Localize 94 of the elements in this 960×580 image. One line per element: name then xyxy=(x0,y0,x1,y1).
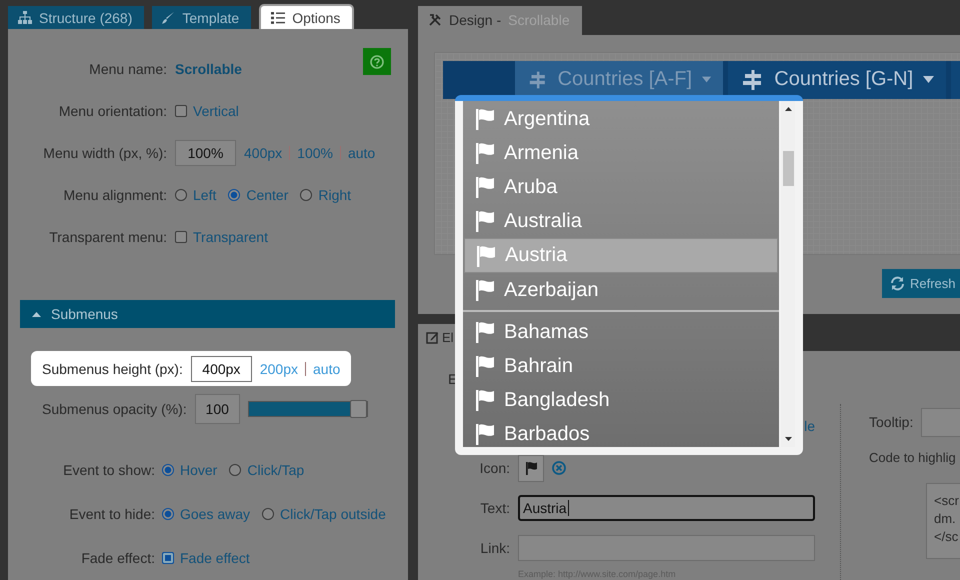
radio-label[interactable]: Center xyxy=(246,187,288,203)
checkbox-label[interactable]: Transparent xyxy=(193,229,268,245)
list-icon xyxy=(271,12,286,24)
icon-picker[interactable] xyxy=(518,454,544,482)
flag-icon xyxy=(475,389,495,411)
radio-label[interactable]: Click/Tap xyxy=(247,462,304,478)
field-label: Event to show: xyxy=(62,462,155,478)
field-label: Transparent menu: xyxy=(48,229,167,245)
flag-icon xyxy=(524,461,538,475)
field-label: Tooltip: xyxy=(869,414,914,430)
preset-link[interactable]: 400px xyxy=(244,145,282,161)
radio-button[interactable] xyxy=(262,508,274,520)
panel-tab[interactable]: Template xyxy=(152,6,252,29)
menu-item[interactable]: Barbados xyxy=(464,417,778,447)
field-label: Menu width (px, %): xyxy=(42,145,167,161)
flag-icon xyxy=(475,142,495,164)
radio-label[interactable]: Goes away xyxy=(180,506,250,522)
refresh-icon xyxy=(890,276,905,291)
radio-button[interactable] xyxy=(228,189,240,201)
text-field[interactable]: Austria xyxy=(518,495,815,521)
sitemap-icon xyxy=(18,11,32,24)
edit-icon xyxy=(426,331,439,344)
link[interactable]: le xyxy=(804,418,815,434)
flag-icon xyxy=(475,423,495,445)
caret-icon xyxy=(923,76,934,84)
flag-icon xyxy=(475,355,495,377)
menu-item[interactable]: Australia xyxy=(464,204,778,238)
text-field[interactable] xyxy=(518,535,815,561)
signpost-icon xyxy=(529,68,548,91)
menu-item[interactable]: Bangladesh xyxy=(464,383,778,417)
input-field[interactable]: 100 xyxy=(194,394,240,424)
flag-icon xyxy=(475,176,495,198)
panel-tab[interactable]: Options xyxy=(259,4,354,29)
radio-button[interactable] xyxy=(300,189,312,201)
scroll-up-icon[interactable] xyxy=(784,107,792,111)
menu-item[interactable]: Armenia xyxy=(464,136,778,170)
caret-icon xyxy=(702,76,712,84)
scrollbar-thumb[interactable] xyxy=(782,151,794,186)
input-field[interactable]: 100% xyxy=(175,140,236,166)
help-button[interactable] xyxy=(363,48,391,75)
menu-item[interactable]: Bahamas xyxy=(464,315,778,349)
menu-item[interactable]: Azerbaijan xyxy=(464,273,778,307)
radio-label[interactable]: Hover xyxy=(180,462,218,478)
radio-label[interactable]: Click/Tap outside xyxy=(280,506,386,522)
slider-thumb[interactable] xyxy=(350,400,367,418)
help-icon xyxy=(370,54,384,68)
menu-item[interactable]: Bahrain xyxy=(464,349,778,383)
close-icon[interactable] xyxy=(552,461,566,475)
preset-link[interactable]: 100% xyxy=(297,145,333,161)
field-label: Code to highlig xyxy=(869,449,957,467)
radio-button[interactable] xyxy=(162,464,174,476)
radio-label[interactable]: Right xyxy=(318,187,352,203)
checkbox-label[interactable]: Vertical xyxy=(193,103,239,119)
menu-name: Scrollable xyxy=(175,61,242,77)
flag-icon xyxy=(476,244,496,266)
field-label: Text: xyxy=(479,500,510,516)
code-field[interactable]: <scr dm. </sc xyxy=(926,483,960,559)
menu-item[interactable]: Countries [G-N] xyxy=(728,60,946,99)
input-field[interactable]: 400px xyxy=(190,356,252,382)
field-label: Icon: xyxy=(478,460,510,476)
field-label: Link: xyxy=(479,540,510,556)
checkbox-label[interactable]: Fade effect xyxy=(180,550,250,566)
radio-button[interactable] xyxy=(175,189,187,201)
scroll-down-icon[interactable] xyxy=(784,437,792,441)
field-label: Submenus height (px): xyxy=(42,360,183,376)
section-header[interactable]: Submenus xyxy=(20,300,395,328)
radio-button[interactable] xyxy=(162,508,174,520)
slider[interactable] xyxy=(248,400,368,416)
checkbox[interactable] xyxy=(175,231,187,243)
menu-item[interactable]: Austria xyxy=(464,238,778,273)
flag-icon xyxy=(475,108,495,130)
preset-link[interactable]: auto xyxy=(313,360,340,376)
refresh-button[interactable]: Refresh xyxy=(882,268,960,298)
field-label: Menu alignment: xyxy=(62,187,167,203)
flag-icon xyxy=(475,321,495,343)
radio-button[interactable] xyxy=(229,464,242,476)
flag-icon xyxy=(475,210,495,232)
field-label: Event to hide: xyxy=(68,506,155,522)
preset-link[interactable]: auto xyxy=(348,145,376,161)
tools-icon xyxy=(428,13,442,28)
checkbox[interactable] xyxy=(162,552,174,564)
menu-item[interactable]: Aruba xyxy=(464,170,778,204)
field-label: Fade effect: xyxy=(80,550,155,566)
field-label: Menu name: xyxy=(88,61,167,77)
checkbox[interactable] xyxy=(175,105,187,117)
tooltip-field[interactable] xyxy=(921,408,960,436)
preset-link[interactable]: 200px xyxy=(260,360,298,376)
field-label: Menu orientation: xyxy=(58,103,167,119)
brush-icon xyxy=(162,11,176,24)
field-label: Submenus opacity (%): xyxy=(42,400,187,416)
panel-tab[interactable]: Structure (268) xyxy=(8,6,144,29)
radio-label[interactable]: Left xyxy=(193,187,216,203)
menu-item[interactable]: Argentina xyxy=(464,102,778,136)
flag-icon xyxy=(475,279,495,301)
